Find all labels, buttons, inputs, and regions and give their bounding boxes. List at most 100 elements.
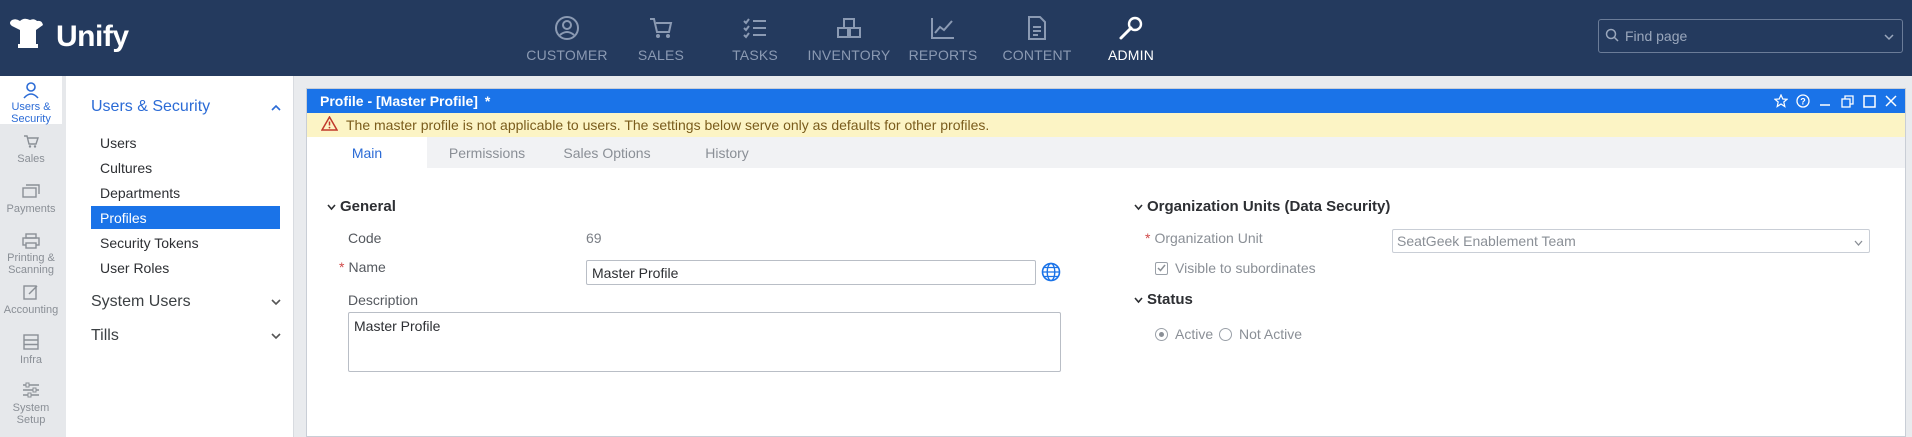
nav-label: INVENTORY [807,47,891,63]
name-input[interactable]: Master Profile [586,260,1036,285]
radio-selected-icon [1155,327,1168,341]
name-label-wrap: * Name [339,259,386,275]
tasks-icon [742,13,768,43]
visible-subordinates-checkbox[interactable]: Visible to subordinates [1155,260,1316,276]
content-icon [1026,13,1048,43]
main-nav: CUSTOMER SALES TASKS INVENTORY REPORTS C… [520,0,1178,76]
top-navigation-bar: Unify CUSTOMER SALES TASKS INVENTORY REP… [0,0,1912,76]
chevron-down-icon [327,198,336,215]
module-rail: Users & Security Sales Payments Printing… [0,76,66,437]
submenu-link-profiles[interactable]: Profiles [91,206,280,229]
cart-icon [648,13,674,43]
rail-users-security[interactable]: Users & Security [0,76,62,125]
help-icon[interactable]: ? [1795,93,1811,109]
nav-inventory[interactable]: INVENTORY [802,0,896,76]
user-icon [22,81,40,99]
submenu-section-label: Users & Security [91,98,211,115]
nav-customer[interactable]: CUSTOMER [520,0,614,76]
org-unit-select[interactable]: SeatGeek Enablement Team [1392,229,1870,253]
status-not-active-label: Not Active [1239,326,1303,342]
nav-label: CUSTOMER [526,47,608,63]
rail-infra[interactable]: Infra [0,332,62,372]
submenu-link-security-tokens[interactable]: Security Tokens [91,231,280,254]
rail-payments[interactable]: Payments [0,181,62,221]
org-unit-label: Organization Unit [1154,230,1263,246]
status-heading: Status [1147,291,1193,308]
nav-sales[interactable]: SALES [614,0,708,76]
master-profile-warning: The master profile is not applicable to … [307,113,1905,137]
maximize-icon[interactable] [1861,93,1877,109]
visible-subordinates-label: Visible to subordinates [1175,260,1316,276]
submenu-section-label: Tills [91,327,119,344]
status-not-active-radio[interactable]: Not Active [1219,326,1302,342]
nav-label: ADMIN [1107,47,1155,63]
rail-printing-scanning[interactable]: Printing & Scanning [0,231,62,276]
rail-system-setup[interactable]: System Setup [0,380,62,430]
restore-icon[interactable] [1839,93,1855,109]
chevron-down-icon [1884,28,1894,44]
profile-tabs: Main Permissions Sales Options History [307,137,1905,168]
find-page-input[interactable]: Find page [1598,19,1903,53]
submenu-link-cultures[interactable]: Cultures [91,156,280,179]
window-controls: ? [1773,93,1899,109]
general-heading: General [340,198,396,215]
radio-unselected-icon [1219,327,1232,341]
submenu-section-tills[interactable]: Tills [91,327,281,345]
close-icon[interactable] [1883,93,1899,109]
inventory-icon [836,13,862,43]
window-title: Profile - [Master Profile] [320,93,478,109]
svg-text:?: ? [1800,97,1806,107]
name-label: Name [348,259,386,275]
general-section-header[interactable]: General [327,198,396,215]
submenu-section-users-security[interactable]: Users & Security [91,98,281,116]
rail-accounting[interactable]: Accounting [0,282,62,322]
cart-icon [23,131,39,151]
rail-label: Infra [19,354,42,366]
chevron-down-icon [271,293,281,311]
nav-tasks[interactable]: TASKS [708,0,802,76]
nav-admin[interactable]: ADMIN [1084,0,1178,76]
unsaved-marker: * [484,93,491,109]
status-active-radio[interactable]: Active [1155,326,1213,342]
rail-label: Users & Security [11,101,51,125]
rail-label: Printing & Scanning [7,252,55,276]
globe-translate-icon[interactable] [1041,262,1061,287]
nav-content[interactable]: CONTENT [990,0,1084,76]
minimize-icon[interactable] [1817,93,1833,109]
find-page-placeholder: Find page [1625,28,1688,44]
tab-main[interactable]: Main [307,137,427,168]
required-marker: * [1145,230,1151,246]
nav-reports[interactable]: REPORTS [896,0,990,76]
chevron-down-icon [1134,198,1143,215]
warning-icon [320,115,339,134]
rail-label: Sales [17,153,45,165]
code-value: 69 [586,230,602,246]
submenu-link-users[interactable]: Users [91,131,280,154]
unify-logo[interactable]: Unify [6,18,129,55]
accounting-icon [23,282,39,302]
search-icon [1605,28,1619,45]
chef-hat-icon [6,18,50,55]
tab-permissions[interactable]: Permissions [427,137,547,168]
rail-sales[interactable]: Sales [0,131,62,171]
description-textarea[interactable]: Master Profile [348,312,1061,372]
favorite-star-icon[interactable] [1773,93,1789,109]
tab-history[interactable]: History [667,137,787,168]
description-value: Master Profile [354,318,441,334]
window-title-bar: Profile - [Master Profile] * ? [307,89,1905,113]
chevron-up-icon [271,98,281,116]
printer-icon [22,231,40,250]
submenu-link-departments[interactable]: Departments [91,181,280,204]
wrench-icon [1118,13,1144,43]
rail-label: Accounting [3,304,59,316]
checkbox-checked-icon [1155,261,1168,275]
profile-window: Profile - [Master Profile] * ? The maste… [306,88,1906,437]
submenu-section-system-users[interactable]: System Users [91,293,281,311]
status-section-header[interactable]: Status [1134,291,1193,308]
chevron-down-icon [1134,291,1143,308]
tab-sales-options[interactable]: Sales Options [547,137,667,168]
org-units-section-header[interactable]: Organization Units (Data Security) [1134,198,1390,215]
brand-name: Unify [56,19,129,53]
submenu-link-user-roles[interactable]: User Roles [91,256,280,279]
code-label: Code [348,230,382,246]
